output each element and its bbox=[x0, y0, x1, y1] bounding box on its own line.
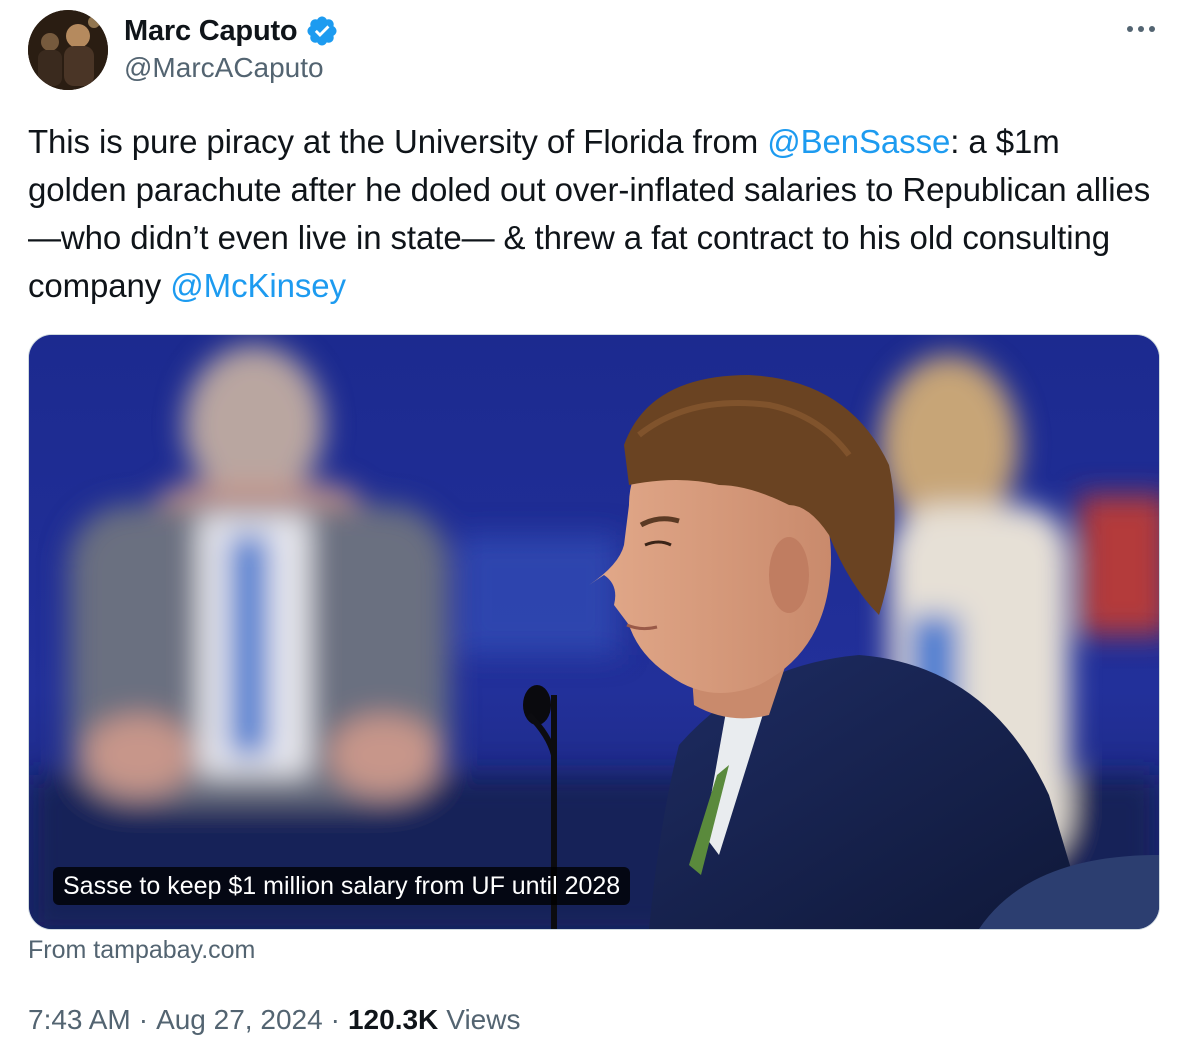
verified-badge-icon[interactable] bbox=[305, 14, 339, 48]
mention-link-mckinsey[interactable]: @McKinsey bbox=[170, 267, 346, 304]
avatar-image bbox=[28, 10, 108, 90]
meta-separator: · bbox=[138, 1004, 149, 1035]
meta-separator: · bbox=[330, 1004, 340, 1035]
tweet-date[interactable]: Aug 27, 2024 bbox=[156, 1004, 323, 1036]
tweet-meta: 7:43 AM · Aug 27, 2024 · 120.3K Views bbox=[28, 1004, 520, 1036]
media-caption: Sasse to keep $1 million salary from UF … bbox=[53, 867, 631, 905]
more-options-icon[interactable] bbox=[1124, 14, 1158, 44]
views-label: Views bbox=[446, 1004, 521, 1035]
avatar[interactable] bbox=[28, 10, 108, 90]
mention-link-bensasse[interactable]: @BenSasse bbox=[767, 123, 950, 160]
display-name[interactable]: Marc Caputo bbox=[124, 15, 298, 48]
author-handle[interactable]: @MarcACaputo bbox=[124, 52, 324, 84]
tweet-text: This is pure piracy at the University of… bbox=[28, 118, 1158, 310]
views-count[interactable]: 120.3K bbox=[348, 1004, 438, 1036]
article-photo bbox=[29, 335, 1159, 929]
tweet-time[interactable]: 7:43 AM bbox=[28, 1004, 131, 1036]
tweet-text-part: This is pure piracy at the University of… bbox=[28, 123, 768, 160]
author-name-row[interactable]: Marc Caputo bbox=[124, 12, 339, 50]
link-source[interactable]: From tampabay.com bbox=[28, 936, 255, 965]
media-card[interactable]: Sasse to keep $1 million salary from UF … bbox=[28, 334, 1160, 930]
